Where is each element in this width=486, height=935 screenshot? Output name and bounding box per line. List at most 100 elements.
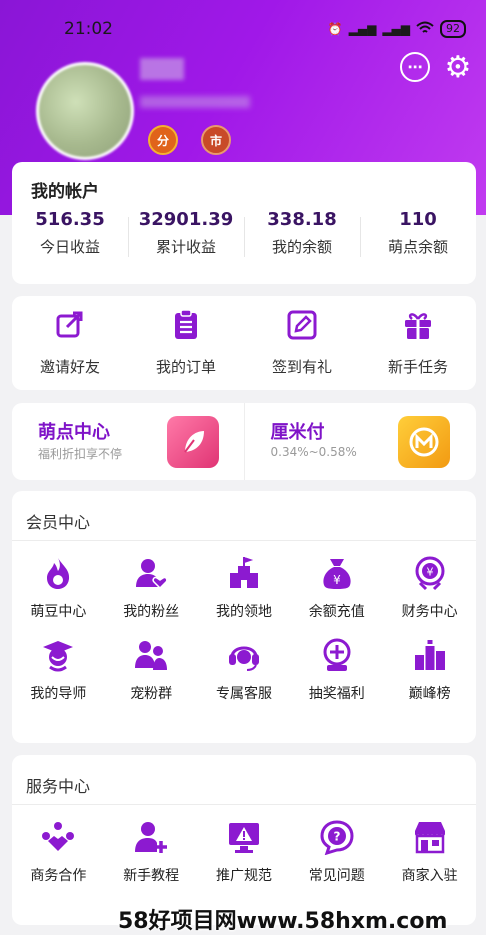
- grid-label: 推广规范: [215, 868, 272, 884]
- grid-label: 财务中心: [401, 604, 458, 620]
- divider: [12, 804, 476, 805]
- grid-item-merchant-join[interactable]: 商家入驻: [383, 817, 476, 885]
- grid-item-peak-ranking[interactable]: 巅峰榜: [383, 635, 476, 703]
- svg-text:¥: ¥: [426, 566, 433, 579]
- grid-label: 宠粉群: [130, 686, 173, 702]
- grid-item-balance-recharge[interactable]: ¥ 余额充值: [290, 553, 383, 621]
- storefront-icon: [410, 817, 450, 857]
- stat-total-income[interactable]: 32901.39 累计收益: [128, 209, 244, 257]
- avatar[interactable]: [36, 62, 134, 160]
- message-button[interactable]: ⋯: [400, 52, 430, 82]
- badge-fen-label: 分: [156, 133, 169, 148]
- warning-monitor-icon: [224, 817, 264, 857]
- headset-icon: [224, 635, 264, 675]
- battery-icon: 92: [440, 20, 466, 38]
- group-icon: [131, 635, 171, 675]
- chat-bubble-icon: ⋯: [407, 58, 423, 76]
- grid-item-bean-center[interactable]: 萌豆中心: [12, 553, 105, 621]
- account-stats: 516.35 今日收益 32901.39 累计收益 338.18 我的余额 11…: [12, 209, 476, 257]
- lottery-icon: [317, 635, 357, 675]
- my-orders-button[interactable]: 我的订单: [128, 296, 244, 390]
- action-label: 新手任务: [387, 358, 448, 376]
- promo-subtitle: 福利折扣享不停: [38, 447, 123, 461]
- stat-value: 338.18: [267, 209, 337, 230]
- grid-label: 商家入驻: [401, 868, 458, 884]
- stat-value: 110: [399, 209, 437, 230]
- signal-icon: ▂▄▆: [348, 22, 377, 36]
- grid-item-my-territory[interactable]: 我的领地: [198, 553, 291, 621]
- account-card: 我的帐户 516.35 今日收益 32901.39 累计收益 338.18 我的…: [12, 162, 476, 284]
- clipboard-list-icon: [169, 308, 203, 346]
- newbie-tasks-button[interactable]: 新手任务: [360, 296, 476, 390]
- points-center-button[interactable]: 萌点中心 福利折扣享不停: [12, 403, 244, 480]
- grid-label: 余额充值: [308, 604, 365, 620]
- alarm-icon: ⏰: [327, 22, 343, 36]
- user-plus-icon: [131, 817, 171, 857]
- feather-tile-icon: [167, 416, 219, 468]
- sign-in-reward-button[interactable]: 签到有礼: [244, 296, 360, 390]
- status-time: 21:02: [64, 19, 113, 39]
- promo-card: 萌点中心 福利折扣享不停 厘米付 0.34%~0.58%: [12, 403, 476, 480]
- grid-label: 我的粉丝: [123, 604, 180, 620]
- grid-label: 抽奖福利: [308, 686, 365, 702]
- grid-item-lottery-welfare[interactable]: 抽奖福利: [290, 635, 383, 703]
- user-id-blurred: [140, 96, 250, 108]
- badge-shi-icon[interactable]: 市: [201, 125, 231, 155]
- castle-icon: [224, 553, 264, 593]
- share-edit-icon: [53, 308, 87, 346]
- grid-label: 我的领地: [215, 604, 272, 620]
- stat-balance[interactable]: 338.18 我的余额: [244, 209, 360, 257]
- user-heart-icon: [131, 553, 171, 593]
- limi-pay-button[interactable]: 厘米付 0.34%~0.58%: [243, 403, 477, 480]
- grid-item-my-mentor[interactable]: 我的导师: [12, 635, 105, 703]
- badge-shi-label: 市: [209, 133, 222, 148]
- account-title: 我的帐户: [31, 182, 99, 202]
- action-label: 我的订单: [155, 358, 216, 376]
- action-label: 签到有礼: [271, 358, 332, 376]
- stat-points-balance[interactable]: 110 萌点余额: [360, 209, 476, 257]
- money-bag-icon: ¥: [317, 553, 357, 593]
- badge-fen-icon[interactable]: 分: [148, 125, 178, 155]
- stat-today-income[interactable]: 516.35 今日收益: [12, 209, 128, 257]
- grid-label: 专属客服: [215, 686, 272, 702]
- grid-item-fan-group[interactable]: 宠粉群: [105, 635, 198, 703]
- wifi-icon: [416, 21, 434, 38]
- gear-icon: ⚙: [444, 49, 472, 85]
- status-bar: 21:02 ⏰ ▂▄▆ ▂▄▆ 92: [0, 0, 486, 58]
- divider: [12, 540, 476, 541]
- invite-friends-button[interactable]: 邀请好友: [12, 296, 128, 390]
- grid-label: 我的导师: [30, 686, 87, 702]
- flame-icon: [38, 553, 78, 593]
- quick-actions-card: 邀请好友 我的订单 签到有礼 新手任务: [12, 296, 476, 390]
- signal-icon: ▂▄▆: [382, 22, 410, 36]
- svg-text:?: ?: [333, 830, 340, 844]
- stat-label: 累计收益: [155, 238, 216, 256]
- stat-label: 萌点余额: [387, 238, 448, 256]
- promo-title: 厘米付: [270, 422, 325, 443]
- action-label: 邀请好友: [39, 358, 100, 376]
- m-pay-tile-icon: [397, 416, 450, 468]
- grid-label: 萌豆中心: [30, 604, 87, 620]
- svg-text:¥: ¥: [333, 573, 341, 587]
- stat-label: 我的余额: [271, 238, 332, 256]
- grid-item-newbie-tutorial[interactable]: 新手教程: [105, 817, 198, 885]
- gift-icon: [401, 308, 435, 346]
- stat-value: 32901.39: [138, 209, 234, 230]
- grid-item-business-cooperation[interactable]: 商务合作: [12, 817, 105, 885]
- member-center-grid: 萌豆中心 我的粉丝 我的领地 ¥ 余额充值 ¥ 财务中心 我的导师 宠粉群 专属…: [12, 553, 476, 703]
- status-icons: ⏰ ▂▄▆ ▂▄▆ 92: [328, 20, 466, 38]
- grid-item-promotion-rules[interactable]: 推广规范: [198, 817, 291, 885]
- stat-label: 今日收益: [39, 238, 100, 256]
- grid-label: 常见问题: [308, 868, 365, 884]
- grid-label: 商务合作: [30, 868, 87, 884]
- grid-item-customer-service[interactable]: 专属客服: [198, 635, 291, 703]
- yen-coin-icon: ¥: [410, 553, 450, 593]
- grid-item-faq[interactable]: ? 常见问题: [290, 817, 383, 885]
- grid-item-my-fans[interactable]: 我的粉丝: [105, 553, 198, 621]
- grid-label: 巅峰榜: [408, 686, 451, 702]
- promo-title: 萌点中心: [38, 422, 110, 443]
- settings-button[interactable]: ⚙: [443, 49, 473, 85]
- member-center-card: 会员中心 萌豆中心 我的粉丝 我的领地 ¥ 余额充值 ¥ 财务中心 我的导师 宠: [12, 491, 476, 743]
- grid-label: 新手教程: [123, 868, 180, 884]
- grid-item-finance-center[interactable]: ¥ 财务中心: [383, 553, 476, 621]
